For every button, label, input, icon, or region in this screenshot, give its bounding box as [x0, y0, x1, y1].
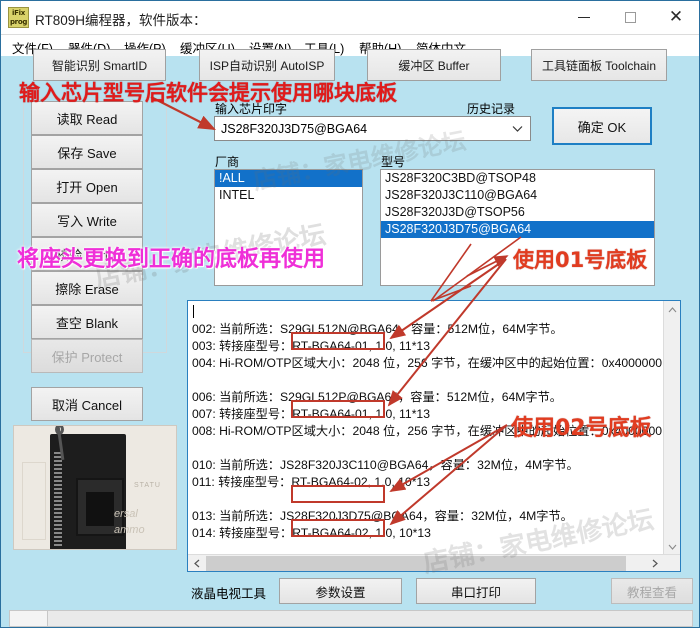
log-text-area[interactable]: 002: 当前所选：S29GL512N@BGA64，容量：512M位，64M字节… — [188, 301, 663, 554]
photo-socket-inner — [86, 492, 114, 526]
log-line-10: 011: 转接座型号：RT-BGA64-02, 1.0, 10*13 — [192, 475, 430, 489]
operation-button-4[interactable]: 校验 Verify — [31, 237, 143, 271]
scroll-right-icon[interactable] — [646, 555, 663, 572]
vendor-list-label: 厂商 — [215, 155, 240, 169]
bottom-bar-label: 液晶电视工具 — [191, 587, 267, 601]
bottom-button-2: 教程查看 — [611, 578, 693, 604]
scroll-down-icon[interactable] — [664, 538, 681, 555]
operation-button-2[interactable]: 打开 Open — [31, 169, 143, 203]
ok-button[interactable]: 确定 OK — [552, 107, 652, 145]
toolbar-button-0[interactable]: 智能识别 SmartID — [33, 49, 166, 81]
photo-caption-2: ammo — [114, 524, 145, 536]
log-line-4 — [192, 372, 663, 389]
adapter-photo: STATU ersal ammo — [13, 425, 177, 550]
close-button[interactable]: ✕ — [653, 1, 699, 34]
app-window: iFixprog RT809H编程器，软件版本： ✕ 文件(F)器件(D)操作(… — [0, 0, 700, 628]
chip-input-value: JS28F320J3D75@BGA64 — [221, 121, 368, 136]
title-bar: iFix prog RT809H编程器，软件版本： ✕ — [1, 1, 699, 35]
model-list-item-0[interactable]: JS28F320C3BD@TSOP48 — [381, 170, 654, 187]
history-label: 历史记录 — [467, 102, 516, 116]
vendor-listbox[interactable]: !ALL INTEL — [214, 169, 363, 286]
log-panel[interactable]: 002: 当前所选：S29GL512N@BGA64，容量：512M位，64M字节… — [187, 300, 681, 572]
log-line-8 — [192, 440, 663, 457]
window-title: RT809H编程器，软件版本： — [35, 13, 207, 28]
chip-input-combobox[interactable]: JS28F320J3D75@BGA64 — [214, 116, 531, 141]
toolbar-button-3[interactable]: 工具链面板 Toolchain — [531, 49, 667, 81]
log-line-11 — [192, 491, 663, 508]
status-bar-cell — [10, 611, 48, 626]
chevron-down-icon[interactable] — [506, 117, 528, 140]
model-list-item-2[interactable]: JS28F320J3D@TSOP56 — [381, 204, 654, 221]
operation-button-7: 保护 Protect — [31, 339, 143, 373]
maximize-icon — [624, 12, 636, 23]
model-list-item-1[interactable]: JS28F320J3C110@BGA64 — [381, 187, 654, 204]
log-line-12: 013: 当前所选：JS28F320J3D75@BGA64，容量：32M位，4M… — [192, 509, 573, 523]
model-list-item-3[interactable]: JS28F320J3D75@BGA64 — [381, 221, 654, 238]
minimize-icon — [578, 17, 590, 18]
bottom-button-1[interactable]: 串口打印 — [416, 578, 536, 604]
model-listbox[interactable]: JS28F320C3BD@TSOP48 JS28F320J3C110@BGA64 J… — [380, 169, 655, 286]
log-line-2: 003: 转接座型号：RT-BGA64-01, 1.0, 11*13 — [192, 339, 430, 353]
scroll-up-icon[interactable] — [664, 301, 681, 318]
model-list-label: 型号 — [381, 155, 406, 169]
scroll-left-icon[interactable] — [188, 555, 205, 572]
log-line-0 — [192, 304, 663, 321]
log-vertical-scrollbar[interactable] — [663, 301, 680, 555]
bottom-button-0[interactable]: 参数设置 — [279, 578, 402, 604]
log-line-7: 008: Hi-ROM/OTP区域大小：2048 位，256 字节，在缓冲区中的… — [192, 424, 663, 438]
log-line-3: 004: Hi-ROM/OTP区域大小：2048 位，256 字节，在缓冲区中的… — [192, 356, 663, 370]
photo-pin-header — [54, 452, 62, 548]
minimize-button[interactable] — [561, 1, 607, 34]
log-line-6: 007: 转接座型号：RT-BGA64-01, 1.0, 11*13 — [192, 407, 430, 421]
cancel-button[interactable]: 取消 Cancel — [31, 387, 143, 421]
photo-outline-shape — [22, 462, 46, 540]
chip-input-label: 输入芯片印字 — [215, 102, 288, 116]
maximize-button[interactable] — [607, 1, 653, 34]
status-bar — [9, 610, 693, 627]
log-line-1: 002: 当前所选：S29GL512N@BGA64，容量：512M位，64M字节… — [192, 322, 563, 336]
toolbar-button-1[interactable]: ISP自动识别 AutoISP — [199, 49, 335, 81]
app-icon: iFix prog — [8, 7, 29, 28]
operation-button-3[interactable]: 写入 Write — [31, 203, 143, 237]
photo-caption-1: ersal — [114, 508, 138, 520]
toolbar-button-2[interactable]: 缓冲区 Buffer — [367, 49, 501, 81]
text-caret — [193, 305, 194, 318]
operation-button-6[interactable]: 查空 Blank — [31, 305, 143, 339]
log-line-5: 006: 当前所选：S29GL512P@BGA64，容量：512M位，64M字节… — [192, 390, 562, 404]
log-line-9: 010: 当前所选：JS28F320J3C110@BGA64，容量：32M位，4… — [192, 458, 579, 472]
horizontal-scroll-thumb[interactable] — [206, 556, 626, 571]
vendor-list-item-0[interactable]: !ALL — [215, 170, 362, 187]
operation-button-0[interactable]: 读取 Read — [31, 101, 143, 135]
log-line-13: 014: 转接座型号：RT-BGA64-02, 1.0, 10*13 — [192, 526, 431, 540]
operation-button-5[interactable]: 擦除 Erase — [31, 271, 143, 305]
operation-button-1[interactable]: 保存 Save — [31, 135, 143, 169]
photo-status-text: STATU — [134, 482, 161, 489]
log-horizontal-scrollbar[interactable] — [188, 554, 680, 571]
vendor-list-item-1[interactable]: INTEL — [215, 187, 362, 204]
close-icon: ✕ — [668, 7, 684, 27]
